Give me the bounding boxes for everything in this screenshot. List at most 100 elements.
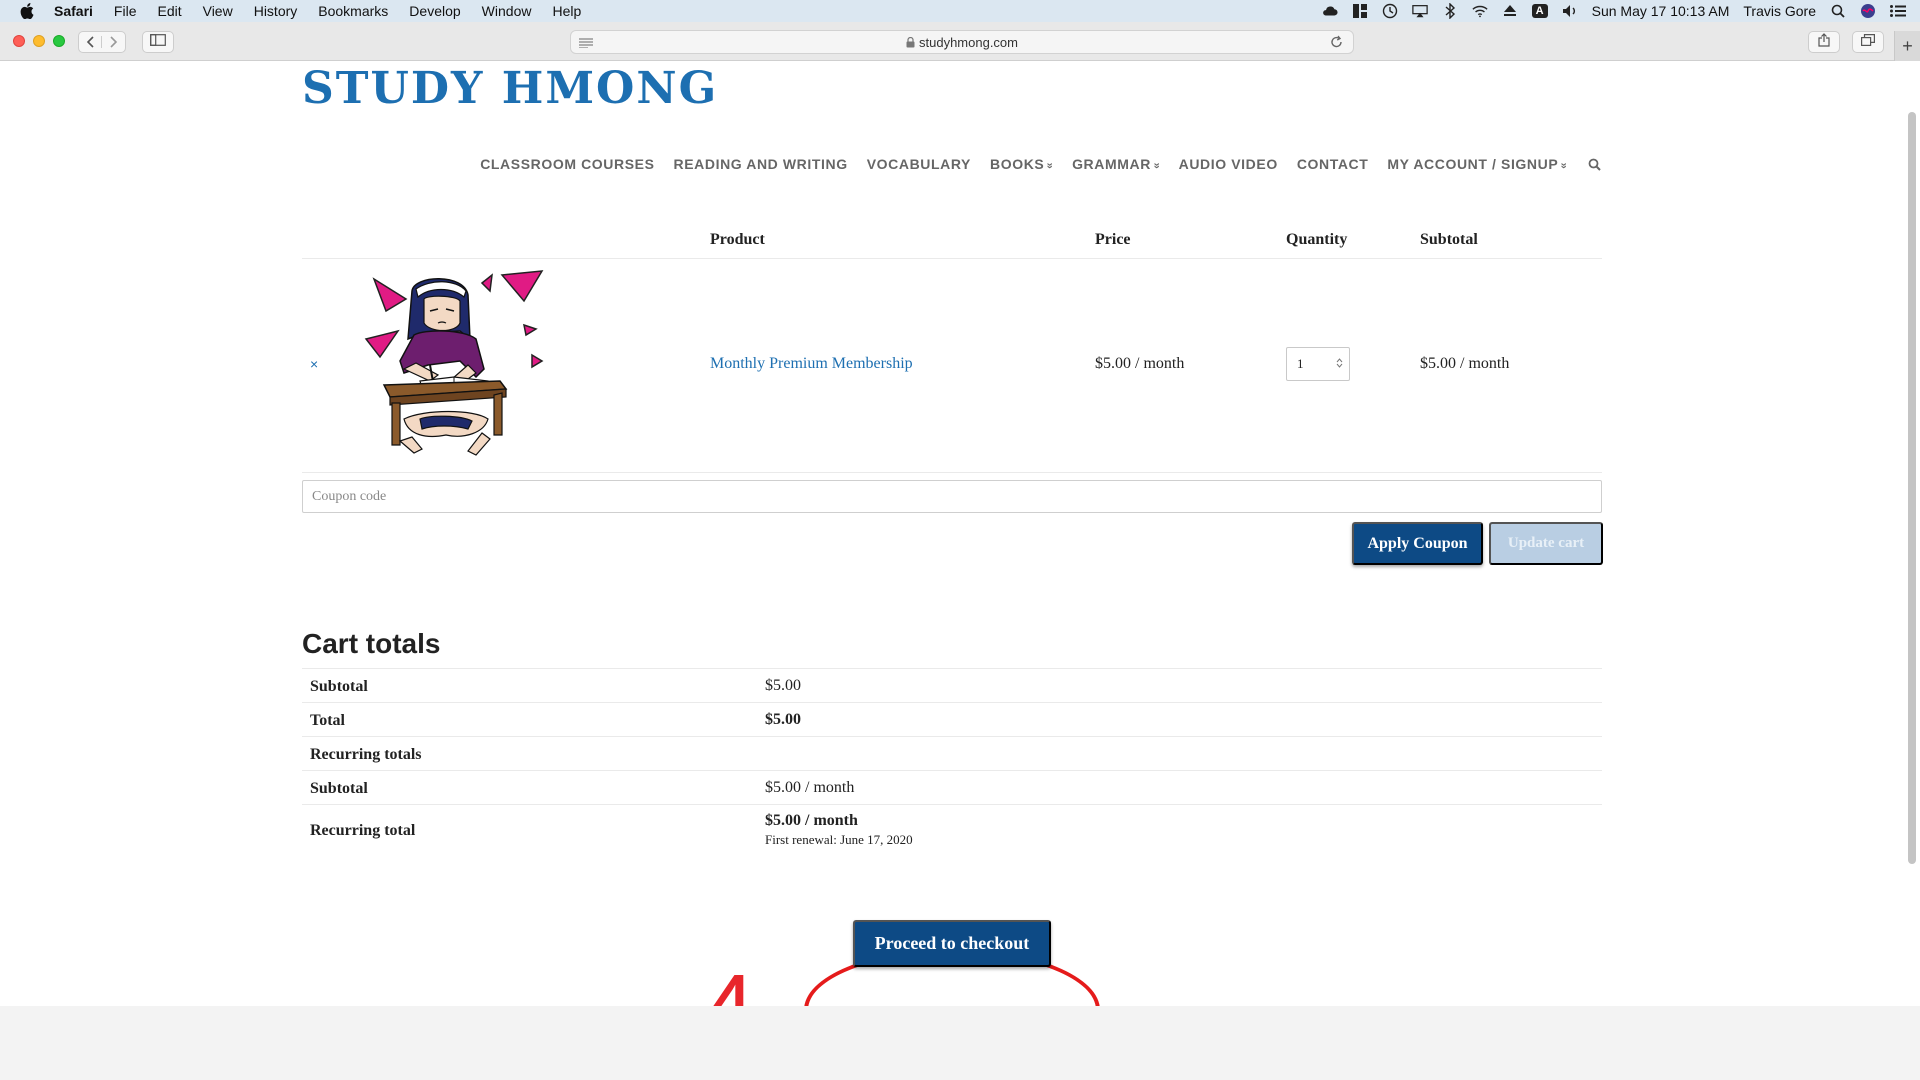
web-page: STUDY HMONG CLASSROOM COURSES READING AN… xyxy=(0,61,1920,1071)
cart-totals-table: Subtotal $5.00 Total $5.00 Recurring tot… xyxy=(302,668,1602,856)
browser-toolbar: studyhmong.com xyxy=(0,22,1920,61)
menu-history[interactable]: History xyxy=(254,3,298,19)
nav-label: CLASSROOM COURSES xyxy=(480,156,655,172)
close-window-button[interactable] xyxy=(13,35,25,47)
chevron-down-icon: » xyxy=(1557,162,1570,170)
airplay-icon[interactable] xyxy=(1411,4,1428,18)
sidebar-toggle-button[interactable] xyxy=(142,31,174,53)
sidebar-icon xyxy=(150,33,166,51)
menu-edit[interactable]: Edit xyxy=(157,3,181,19)
nav-reading-and-writing[interactable]: READING AND WRITING xyxy=(674,156,848,172)
lock-icon xyxy=(906,36,915,48)
header-subtotal: Subtotal xyxy=(1420,231,1478,248)
back-forward-buttons xyxy=(78,31,126,53)
row-value: $5.00 / month xyxy=(765,779,855,796)
coupon-code-input[interactable] xyxy=(302,480,1602,513)
quantity-value: 1 xyxy=(1297,356,1304,371)
reload-icon[interactable] xyxy=(1330,35,1343,52)
product-name-link[interactable]: Monthly Premium Membership xyxy=(710,355,913,373)
forward-icon[interactable] xyxy=(102,36,125,48)
remove-item-button[interactable]: × xyxy=(310,356,318,372)
totals-row-total: Total $5.00 xyxy=(302,702,1602,736)
menu-bookmarks[interactable]: Bookmarks xyxy=(318,3,388,19)
totals-row-recurring-total: Recurring total $5.00 / month First rene… xyxy=(302,804,1602,856)
chevron-down-icon: » xyxy=(1150,162,1163,170)
page-scrollbar[interactable] xyxy=(1908,112,1916,864)
cart-totals-title: Cart totals xyxy=(302,628,441,659)
row-label: Recurring totals xyxy=(310,746,422,763)
time-machine-icon[interactable] xyxy=(1382,3,1398,19)
zoom-window-button[interactable] xyxy=(53,35,65,47)
quantity-stepper[interactable]: 1 xyxy=(1286,347,1350,381)
minimize-window-button[interactable] xyxy=(33,35,45,47)
nav-audio-video[interactable]: AUDIO VIDEO xyxy=(1179,156,1278,172)
nav-label: AUDIO VIDEO xyxy=(1178,156,1278,172)
row-label: Total xyxy=(310,712,345,729)
back-icon[interactable] xyxy=(79,36,103,48)
stepper-arrows-icon[interactable] xyxy=(1336,357,1343,369)
menubar-user[interactable]: Travis Gore xyxy=(1743,3,1816,19)
spotlight-icon[interactable] xyxy=(1830,4,1846,18)
address-bar[interactable]: studyhmong.com xyxy=(570,30,1354,54)
totals-row-recurring-heading: Recurring totals xyxy=(302,736,1602,770)
menu-window[interactable]: Window xyxy=(482,3,532,19)
row-label: Recurring total xyxy=(310,822,416,839)
nav-label: READING AND WRITING xyxy=(673,156,848,172)
nav-my-account-signup[interactable]: MY ACCOUNT / SIGNUP» xyxy=(1387,156,1570,172)
nav-books[interactable]: BOOKS» xyxy=(990,156,1056,172)
share-icon xyxy=(1818,32,1830,52)
menu-view[interactable]: View xyxy=(203,3,233,19)
cart-item-row: × Monthly Premium Membership $5.00 / mon… xyxy=(302,259,1602,473)
update-cart-button[interactable]: Update cart xyxy=(1489,522,1603,565)
window-grid-icon[interactable] xyxy=(1352,4,1368,18)
item-subtotal: $5.00 / month xyxy=(1420,355,1510,372)
wifi-icon[interactable] xyxy=(1472,4,1488,18)
first-renewal-note: First renewal: June 17, 2020 xyxy=(765,832,913,847)
row-label: Subtotal xyxy=(310,678,368,695)
volume-icon[interactable] xyxy=(1562,4,1578,18)
nav-label: CONTACT xyxy=(1296,156,1369,172)
new-tab-button[interactable]: + xyxy=(1894,31,1920,61)
siri-icon[interactable] xyxy=(1860,4,1876,18)
eject-icon[interactable] xyxy=(1502,4,1518,18)
chevron-down-icon: » xyxy=(1043,162,1056,170)
student-illustration-icon xyxy=(364,270,544,456)
apple-menu-icon[interactable] xyxy=(20,3,38,19)
menu-develop[interactable]: Develop xyxy=(409,3,460,19)
product-thumbnail[interactable] xyxy=(364,269,544,459)
input-source-icon[interactable]: A xyxy=(1531,4,1548,18)
main-navigation: CLASSROOM COURSES READING AND WRITING VO… xyxy=(480,156,1602,172)
cart-table-header: Product Price Quantity Subtotal xyxy=(302,231,1602,259)
menubar-status-area: A Sun May 17 10:13 AM Travis Gore xyxy=(1322,0,1906,22)
page-footer-strip xyxy=(0,1006,1920,1080)
url-text: studyhmong.com xyxy=(919,34,1018,50)
proceed-to-checkout-button[interactable]: Proceed to checkout xyxy=(853,920,1051,967)
tab-overview-button[interactable] xyxy=(1852,31,1884,53)
notification-center-icon[interactable] xyxy=(1890,4,1906,18)
menu-file[interactable]: File xyxy=(114,3,137,19)
totals-row-recurring-subtotal: Subtotal $5.00 / month xyxy=(302,770,1602,804)
row-label: Subtotal xyxy=(310,780,368,797)
nav-classroom-courses[interactable]: CLASSROOM COURSES xyxy=(480,156,654,172)
totals-row-subtotal: Subtotal $5.00 xyxy=(302,668,1602,702)
share-button[interactable] xyxy=(1808,31,1840,53)
nav-vocabulary[interactable]: VOCABULARY xyxy=(867,156,971,172)
bluetooth-icon[interactable] xyxy=(1442,3,1458,19)
cloud-icon[interactable] xyxy=(1322,4,1338,18)
nav-label: GRAMMAR xyxy=(1072,156,1151,172)
search-icon[interactable] xyxy=(1586,156,1602,172)
nav-label: VOCABULARY xyxy=(866,156,971,172)
recurring-total-value: $5.00 / month xyxy=(765,812,858,829)
apply-coupon-button[interactable]: Apply Coupon xyxy=(1352,522,1483,565)
site-logo[interactable]: STUDY HMONG xyxy=(302,63,718,114)
tabs-icon xyxy=(1861,33,1875,51)
item-price: $5.00 / month xyxy=(1095,355,1185,372)
menu-help[interactable]: Help xyxy=(552,3,581,19)
menu-safari[interactable]: Safari xyxy=(54,3,93,19)
nav-grammar[interactable]: GRAMMAR» xyxy=(1072,156,1163,172)
menubar-clock[interactable]: Sun May 17 10:13 AM xyxy=(1592,3,1730,19)
nav-contact[interactable]: CONTACT xyxy=(1297,156,1369,172)
row-value: $5.00 xyxy=(765,711,801,728)
nav-label: BOOKS xyxy=(990,156,1045,172)
reader-icon[interactable] xyxy=(579,36,593,51)
